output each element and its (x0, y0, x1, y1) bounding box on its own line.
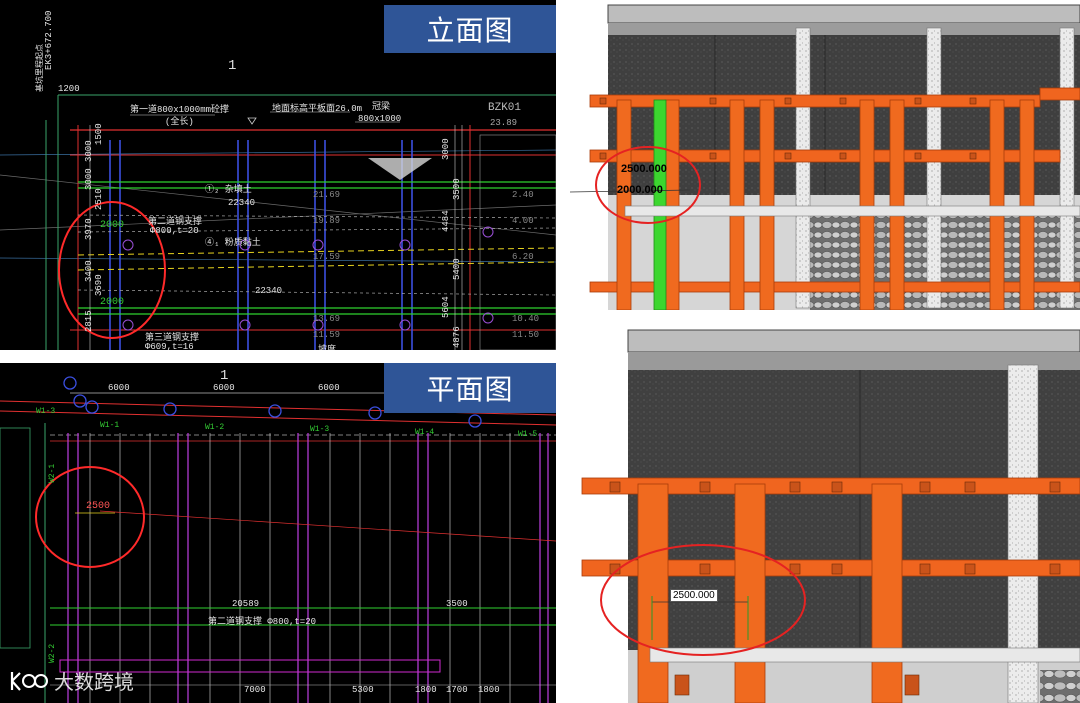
plan-top-dim-1: 6000 (108, 383, 130, 393)
elevation-title-badge: 立面图 (384, 5, 556, 53)
dim-right-6: 4876 (452, 326, 462, 348)
plan-cad-panel: 1 6000 6000 6000 W1-1 W1-2 W1-3 W1-4 W1-… (0, 363, 556, 703)
dim-left-1: 3000 (84, 140, 94, 162)
plan-strut-note: 第二道钢支撑 Φ800,t=20 (208, 617, 317, 627)
right-level-2: 4.00 (512, 216, 534, 226)
dim-left-8: 2815 (84, 310, 94, 332)
plan-span: 20589 (232, 599, 260, 609)
plan-strut-3: W1-3 (310, 425, 330, 434)
model-top-panel: 2500.000 2000.000 (570, 0, 1080, 310)
plan-strut-2: W1-2 (205, 423, 225, 432)
plan-title-badge: 平面图 (384, 363, 556, 413)
plan-side-tag-1: W2-1 (48, 463, 57, 483)
level-5: 11.59 (313, 330, 341, 340)
watermark-text: 大数跨境 (54, 670, 134, 694)
span-label-2: 22340 (255, 286, 283, 296)
borehole-level: 23.89 (490, 118, 518, 128)
dim-left-7: 3690 (94, 274, 104, 296)
dim-left-3: 3000 (84, 168, 94, 190)
dim-left-6: 3400 (84, 260, 94, 282)
plan-right-dim: 3500 (446, 599, 468, 609)
plan-strut-5: W1-5 (518, 430, 538, 439)
chainage-label: EK3+672.700 (44, 10, 54, 70)
right-level-3: 6.20 (512, 252, 534, 262)
model-top-render (570, 4, 1080, 310)
soil-label-1: ①₂ 杂填土 (205, 185, 252, 195)
right-level-1: 2.40 (512, 190, 534, 200)
level-1: 21.69 (313, 190, 341, 200)
watermark: 大数跨境 (8, 666, 134, 695)
dim-right-3: 4484 (441, 210, 451, 232)
plan-bottom-dim-2: 5300 (352, 685, 374, 695)
right-level-4: 10.40 (512, 314, 540, 324)
circle-dim-bottom: 2000 (100, 297, 125, 308)
elevation-cad-panel: EK3+672.700 基坑里程起点 1200 1 第一道800x1000mm砼… (0, 0, 556, 350)
model-top-dim-1: 2500.000 (621, 163, 667, 175)
right-level-5: 11.50 (512, 330, 540, 340)
model-top-dim-2: 2000.000 (617, 184, 663, 196)
chainage-note: 基坑里程起点 (36, 44, 45, 92)
plan-bottom-dim-4: 1700 (446, 685, 468, 695)
plan-axis-label: 1 (220, 368, 229, 384)
slope-label: 坡度 (318, 345, 337, 350)
ground-level-label: 地面标高平板面26.0m (272, 104, 363, 114)
model-bottom-render (581, 329, 1080, 703)
strut3-spec: Φ609,t=16 (145, 342, 194, 350)
span-label: 22340 (228, 198, 256, 208)
soil-label-2: ④₁ 粉质黏土 (205, 238, 261, 248)
strut1-sub: (全长) (165, 117, 194, 127)
plan-top-dim-2: 6000 (213, 383, 235, 393)
circle-dim-top: 2000 (100, 220, 125, 231)
top-dimension: 1200 (58, 84, 80, 94)
plan-bottom-dim-3: 1800 (415, 685, 437, 695)
level-3: 17.59 (313, 252, 341, 262)
elevation-axis-label: 1 (228, 58, 237, 74)
dim-right-2: 3500 (452, 178, 462, 200)
model-bottom-dim-1: 2500.000 (670, 589, 718, 602)
borehole-label: BZK01 (488, 102, 522, 114)
model-bottom-panel: 2500.000 (570, 320, 1080, 703)
dim-left-5: 3970 (84, 218, 94, 240)
plan-bottom-dim-1: 7000 (244, 685, 266, 695)
crown-beam-label: 冠梁 (372, 102, 391, 112)
plan-strut-4: W1-4 (415, 428, 435, 437)
dim-left-2: 1500 (94, 123, 104, 145)
level-4: 13.69 (313, 314, 341, 324)
plan-side-tag-2: W2-2 (48, 643, 57, 663)
plan-drawing (0, 376, 556, 703)
plan-strut-1: W1-1 (100, 421, 120, 430)
plan-top-dim-3: 6000 (318, 383, 340, 393)
dim-left-4: 2510 (94, 188, 104, 210)
crown-beam-size: 800x1000 (358, 114, 402, 124)
dim-right-1: 3000 (441, 138, 451, 160)
dim-right-5: 5604 (441, 296, 451, 318)
watermark-logo-icon (10, 671, 48, 691)
level-2: 19.89 (313, 216, 341, 226)
strut2-spec: Φ800,t=20 (150, 226, 199, 236)
dim-right-4: 5400 (452, 258, 462, 280)
plan-bottom-dim-5: 1800 (478, 685, 500, 695)
plan-circle-dim: 2500 (86, 501, 111, 512)
plan-left-tag: W1-3 (36, 407, 56, 416)
